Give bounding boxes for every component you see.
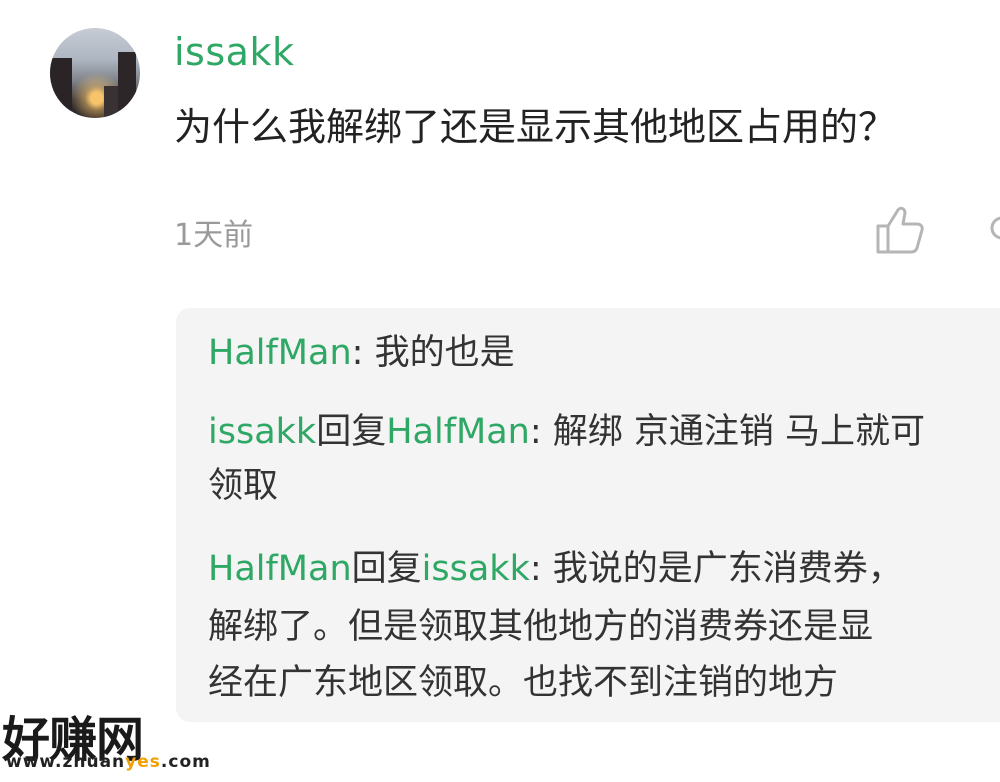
reply-item[interactable]: issakk回复HalfMan: 解绑 京通注销 马上就可 — [208, 405, 925, 459]
reply-word: 回复 — [351, 549, 422, 589]
reply-target[interactable]: HalfMan — [386, 412, 530, 452]
watermark-url-highlight: yes — [125, 752, 161, 772]
watermark-url-prefix: www.zhuan — [6, 752, 126, 772]
reply-text: 解绑 京通注销 马上就可 — [541, 412, 926, 452]
comment-text: 为什么我解绑了还是显示其他地区占用的？ — [174, 105, 897, 149]
reply-text-continued: 经在广东地区领取。也找不到注销的地方 — [208, 663, 839, 703]
reply-target[interactable]: issakk — [422, 549, 530, 589]
reply-word: 回复 — [316, 412, 387, 452]
reply-text-continued: 解绑了。但是领取其他地方的消费券还是显 — [208, 607, 874, 647]
thumbs-up-icon[interactable] — [870, 200, 928, 258]
reply-separator: : — [529, 412, 542, 452]
avatar[interactable] — [50, 28, 140, 118]
avatar-building-mid — [104, 86, 118, 118]
comment-username[interactable]: issakk — [174, 30, 294, 74]
reply-text: 我的也是 — [363, 333, 515, 373]
reply-author[interactable]: HalfMan — [208, 333, 352, 373]
avatar-building-right — [118, 52, 136, 118]
reply-author[interactable]: HalfMan — [208, 549, 352, 589]
watermark-url-suffix: .com — [160, 752, 211, 772]
reply-author[interactable]: issakk — [208, 412, 316, 452]
reply-separator: : — [351, 333, 364, 373]
reply-item[interactable]: HalfMan回复issakk: 我说的是广东消费券， — [208, 542, 903, 596]
comment-timestamp: 1天前 — [174, 218, 254, 253]
avatar-building-left — [50, 58, 72, 118]
reply-separator: : — [529, 549, 542, 589]
reply-item[interactable]: HalfMan: 我的也是 — [208, 326, 515, 380]
reply-text: 我说的是广东消费券， — [541, 549, 903, 589]
reply-text-continued: 领取 — [208, 466, 279, 506]
more-icon[interactable] — [988, 206, 1000, 250]
watermark-url: www.zhuanyes.com — [6, 752, 211, 772]
